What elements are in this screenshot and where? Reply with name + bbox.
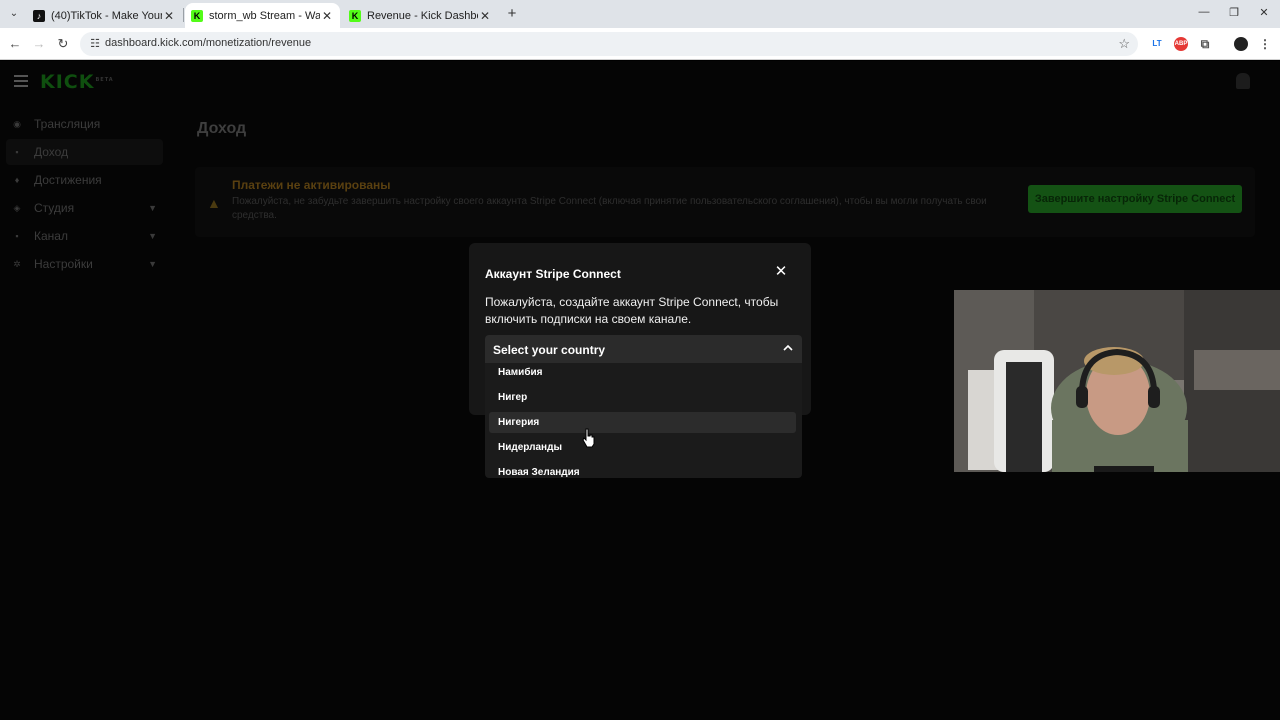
sidebar-item-label: Достижения xyxy=(34,173,102,187)
webcam-overlay xyxy=(954,290,1280,472)
country-option-nigeria[interactable]: Нигерия xyxy=(489,412,796,433)
chevron-down-icon: ▼ xyxy=(148,203,157,213)
url-text: dashboard.kick.com/monetization/revenue xyxy=(105,37,312,49)
browser-menu-icon[interactable]: ⋮ xyxy=(1258,37,1272,51)
browser-tab-bar: ⌄ ♪ (40)TikTok - Make Your Day ✕ K storm… xyxy=(0,0,1280,28)
site-info-icon[interactable]: ☷ xyxy=(88,37,102,51)
sidebar-item-broadcast[interactable]: ◉ Трансляция xyxy=(6,111,163,137)
close-tab-icon[interactable]: ✕ xyxy=(320,9,334,23)
country-select[interactable]: Select your country xyxy=(485,335,802,363)
close-tab-icon[interactable]: ✕ xyxy=(162,9,176,23)
alert-title: Платежи не активированы xyxy=(232,178,391,192)
kick-icon: K xyxy=(349,9,361,22)
hand-pointer-cursor-icon xyxy=(582,428,595,448)
reload-icon[interactable]: ↻ xyxy=(55,36,71,52)
profile-avatar[interactable] xyxy=(1234,37,1248,51)
country-option-new-zealand[interactable]: Новая Зеландия xyxy=(489,462,796,478)
notification-bell-icon[interactable] xyxy=(1236,73,1250,89)
modal-description: Пожалуйста, создайте аккаунт Stripe Conn… xyxy=(485,295,779,326)
country-option-niger[interactable]: Нигер xyxy=(489,387,796,408)
sidebar-item-label: Доход xyxy=(34,145,69,159)
close-window-icon[interactable]: ✕ xyxy=(1256,6,1272,19)
sidebar-item-label: Настройки xyxy=(34,257,93,271)
channel-icon: ▪ xyxy=(15,231,19,241)
finish-stripe-setup-button[interactable]: Завершите настройку Stripe Connect xyxy=(1028,185,1242,213)
sidebar-item-channel[interactable]: ▪ Канал ▼ xyxy=(6,223,163,249)
webcam-image xyxy=(954,290,1280,472)
back-arrow-icon[interactable]: ← xyxy=(7,36,23,52)
lt-extension-icon[interactable]: LT xyxy=(1150,37,1164,51)
modal-title: Аккаунт Stripe Connect xyxy=(485,267,621,281)
close-tab-icon[interactable]: ✕ xyxy=(478,9,492,23)
tab-storm-stream[interactable]: K storm_wb Stream - Watch Live o ✕ xyxy=(185,3,340,28)
restore-icon[interactable]: ❐ xyxy=(1226,6,1242,19)
chevron-down-icon: ▼ xyxy=(148,231,157,241)
studio-icon: ◈ xyxy=(13,203,21,213)
beta-badge: BETA xyxy=(95,76,114,83)
bookmark-star-icon[interactable]: ☆ xyxy=(1118,36,1130,52)
sidebar-item-label: Студия xyxy=(34,201,75,215)
country-dropdown-list: Намибия Нигер Нигерия Нидерланды Новая З… xyxy=(485,363,802,478)
tab-title: storm_wb Stream - Watch Live o xyxy=(209,9,320,22)
browser-toolbar: ← → ↻ ☷ dashboard.kick.com/monetization/… xyxy=(0,28,1280,60)
menu-hamburger-icon[interactable] xyxy=(14,75,28,90)
country-option-netherlands[interactable]: Нидерланды xyxy=(489,437,796,458)
sidebar-item-label: Трансляция xyxy=(34,117,101,131)
gear-icon: ✲ xyxy=(13,259,21,269)
sidebar-item-studio[interactable]: ◈ Студия ▼ xyxy=(6,195,163,221)
adblock-extension-icon[interactable]: ABP xyxy=(1174,37,1188,51)
tab-search-icon[interactable]: ⌄ xyxy=(6,6,22,22)
sidebar-item-settings[interactable]: ✲ Настройки ▼ xyxy=(6,251,163,277)
tab-title: (40)TikTok - Make Your Day xyxy=(51,9,162,22)
tiktok-icon: ♪ xyxy=(33,9,45,22)
chevron-down-icon: ▼ xyxy=(148,259,157,269)
sidebar-item-label: Канал xyxy=(34,229,68,243)
minimize-icon[interactable]: — xyxy=(1196,6,1212,18)
address-bar[interactable]: ☷ dashboard.kick.com/monetization/revenu… xyxy=(80,32,1138,56)
logo-text: KICK xyxy=(40,71,95,93)
close-icon[interactable]: ✕ xyxy=(774,264,788,279)
kick-icon: K xyxy=(191,9,203,22)
tab-revenue[interactable]: K Revenue - Kick Dashboard ✕ xyxy=(343,3,498,28)
page-title: Доход xyxy=(197,120,247,137)
forward-arrow-icon[interactable]: → xyxy=(31,36,47,52)
country-select-label: Select your country xyxy=(493,343,606,357)
tab-divider xyxy=(183,8,184,22)
tab-tiktok[interactable]: ♪ (40)TikTok - Make Your Day ✕ xyxy=(27,3,182,28)
country-option-namibia[interactable]: Намибия xyxy=(489,363,796,383)
warning-icon: ▲ xyxy=(207,195,221,211)
tab-title: Revenue - Kick Dashboard xyxy=(367,9,478,22)
alert-text: Пожалуйста, не забудьте завершить настро… xyxy=(232,196,987,221)
payments-alert: ▲ Платежи не активированы Пожалуйста, не… xyxy=(195,167,1255,237)
revenue-icon: ▪ xyxy=(15,147,19,157)
sidebar-item-achievements[interactable]: ♦ Достижения xyxy=(6,167,163,193)
kick-logo[interactable]: KICKBETA xyxy=(40,71,114,93)
new-tab-button[interactable]: + xyxy=(503,5,521,23)
trophy-icon: ♦ xyxy=(14,175,20,185)
chevron-up-icon xyxy=(783,344,793,351)
sidebar-item-revenue[interactable]: ▪ Доход xyxy=(6,139,163,165)
sidebar: ◉ Трансляция ▪ Доход ♦ Достижения ◈ Студ… xyxy=(6,111,163,279)
broadcast-icon: ◉ xyxy=(13,119,21,129)
extensions-puzzle-icon[interactable]: ⧉ xyxy=(1198,37,1212,51)
